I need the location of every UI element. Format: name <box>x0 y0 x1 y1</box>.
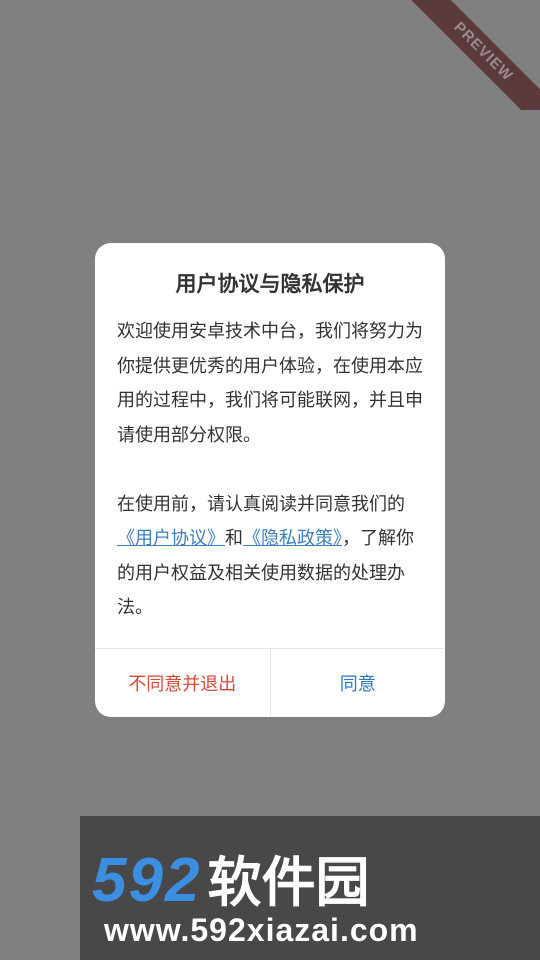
dialog-title: 用户协议与隐私保护 <box>175 272 365 296</box>
agree-button[interactable]: 同意 <box>271 649 446 717</box>
dialog-paragraph-consent: 在使用前，请认真阅读并同意我们的《用户协议》和《隐私政策》，了解你的用户权益及相… <box>117 488 423 626</box>
privacy-policy-link[interactable]: 《隐私政策》 <box>243 528 342 549</box>
watermark-logo-number: 592 <box>92 846 202 915</box>
dialog-paragraph-intro: 欢迎使用安卓技术中台，我们将努力为你提供更优秀的用户体验，在使用本应用的过程中，… <box>117 321 423 446</box>
user-agreement-link[interactable]: 《用户协议》 <box>117 528 225 549</box>
decline-and-exit-button[interactable]: 不同意并退出 <box>95 649 271 717</box>
privacy-dialog: 用户协议与隐私保护 欢迎使用安卓技术中台，我们将努力为你提供更优秀的用户体验，在… <box>95 243 445 717</box>
preview-badge: PREVIEW <box>405 0 540 110</box>
site-watermark: 592 软件园 www.592xiazai.com <box>80 816 540 960</box>
dialog-body: 欢迎使用安卓技术中台，我们将努力为你提供更优秀的用户体验，在使用本应用的过程中，… <box>117 315 423 626</box>
preview-ribbon: PREVIEW <box>400 0 540 110</box>
consent-prefix: 在使用前，请认真阅读并同意我们的 <box>117 493 405 515</box>
watermark-logo: 592 软件园 <box>92 838 369 917</box>
conjunction-text: 和 <box>225 528 243 549</box>
dialog-button-row: 不同意并退出 同意 <box>95 648 445 717</box>
watermark-url: www.592xiazai.com <box>104 912 419 948</box>
watermark-logo-text: 软件园 <box>207 853 370 913</box>
